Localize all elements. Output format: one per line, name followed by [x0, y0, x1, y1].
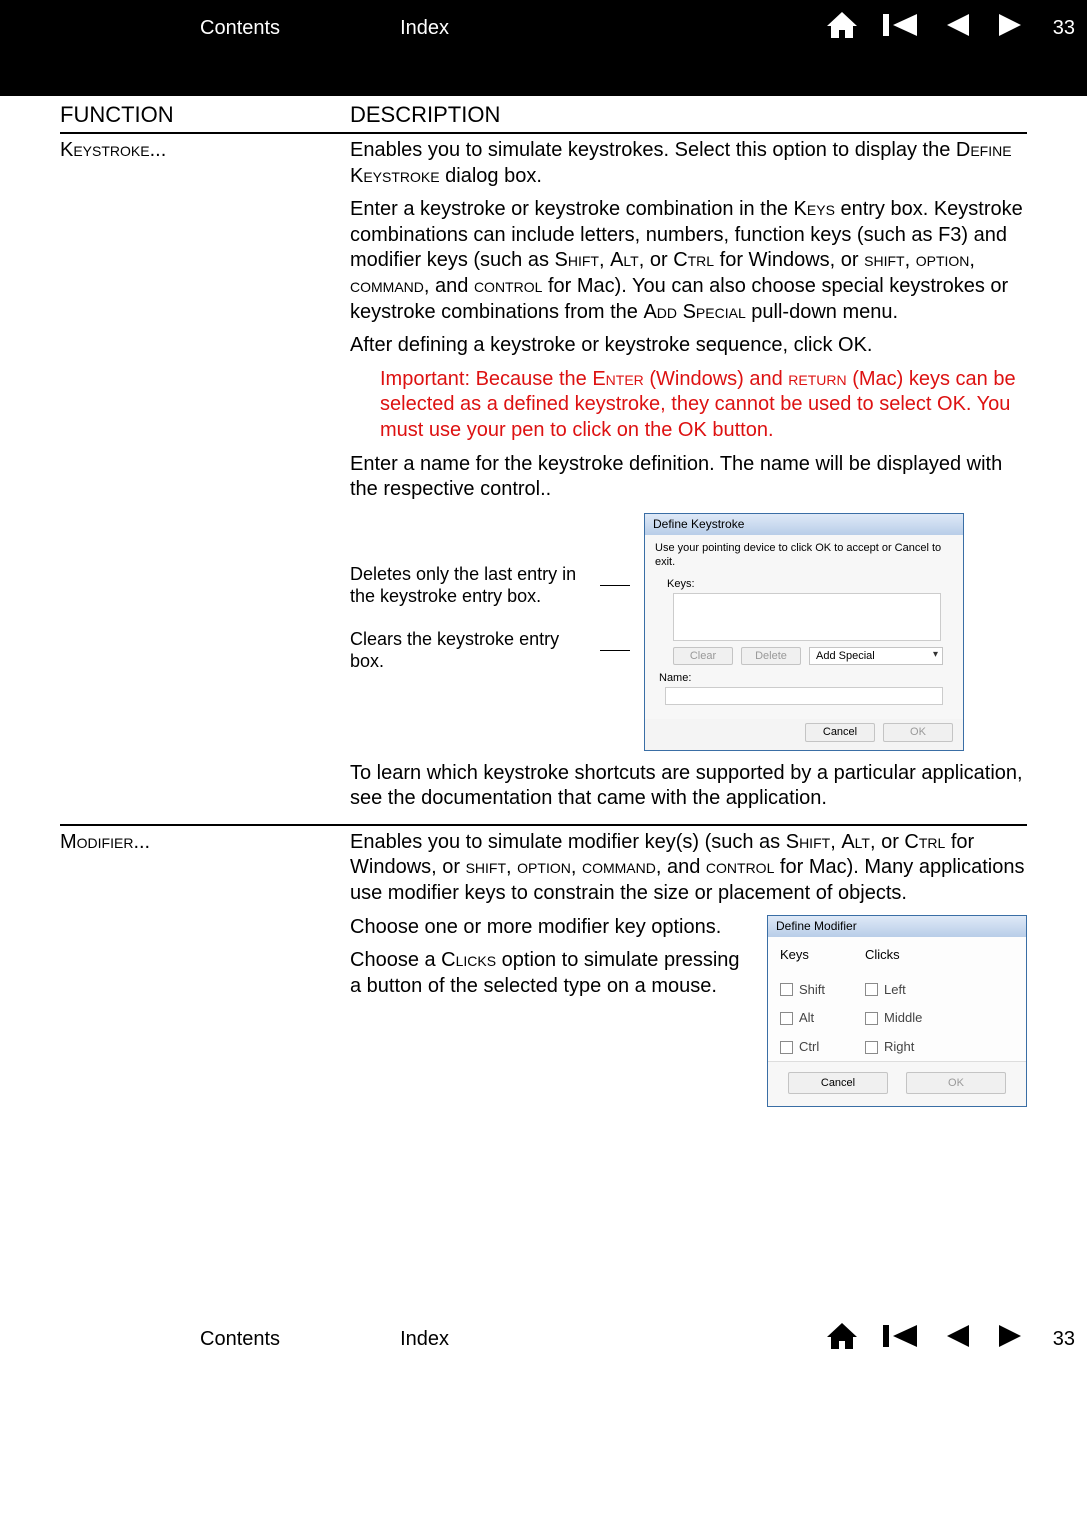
checkbox-icon [780, 1041, 793, 1054]
nav-contents[interactable]: Contents [200, 1328, 280, 1351]
keys-label: Keys: [667, 577, 953, 591]
name-input[interactable] [665, 687, 943, 705]
define-modifier-dialog: Define Modifier Keys Shift Alt Ctrl Clic… [767, 915, 1027, 1108]
next-page-icon[interactable] [995, 10, 1025, 46]
nav-contents[interactable]: Contents [200, 17, 280, 40]
page-number-top: 33 [1053, 17, 1075, 40]
col-header-description: DESCRIPTION [350, 96, 1027, 133]
nav-index[interactable]: Index [400, 17, 449, 40]
anno-clear: Clears the keystroke entry box. [350, 628, 596, 673]
first-page-icon[interactable] [881, 10, 921, 46]
cancel-button[interactable]: Cancel [788, 1072, 888, 1094]
shift-checkbox[interactable]: Shift [780, 982, 825, 999]
desc-modifier: Enables you to simulate modifier key(s) … [350, 825, 1027, 1112]
clicks-column-header: Clicks [865, 947, 922, 964]
next-page-icon[interactable] [995, 1321, 1025, 1357]
delete-button[interactable]: Delete [741, 647, 801, 665]
checkbox-icon [865, 983, 878, 996]
nav-index[interactable]: Index [400, 1328, 449, 1351]
middle-checkbox[interactable]: Middle [865, 1010, 922, 1027]
leader-line-icon [600, 650, 630, 651]
right-checkbox[interactable]: Right [865, 1039, 922, 1056]
prev-page-icon[interactable] [943, 1321, 973, 1357]
cancel-button[interactable]: Cancel [805, 723, 875, 741]
ok-button[interactable]: OK [883, 723, 953, 741]
keystroke-annotations: Deletes only the last entry in the keyst… [350, 513, 630, 673]
name-label: Name: [659, 671, 953, 685]
clear-button[interactable]: Clear [673, 647, 733, 665]
checkbox-icon [780, 983, 793, 996]
left-checkbox[interactable]: Left [865, 982, 922, 999]
checkbox-icon [780, 1012, 793, 1025]
keys-entry-box[interactable] [673, 593, 941, 641]
desc-keystroke: Enables you to simulate keystrokes. Sele… [350, 133, 1027, 825]
nav-icon-group: 33 [825, 1321, 1087, 1357]
col-header-function: FUNCTION [60, 96, 350, 133]
header-bar: Contents Index 33 [0, 0, 1087, 56]
first-page-icon[interactable] [881, 1321, 921, 1357]
define-keystroke-dialog: Define Keystroke Use your pointing devic… [644, 513, 964, 751]
keys-column-header: Keys [780, 947, 825, 964]
prev-page-icon[interactable] [943, 10, 973, 46]
leader-line-icon [600, 585, 630, 586]
dialog-instruction: Use your pointing device to click OK to … [655, 541, 953, 569]
nav-icon-group: 33 [825, 10, 1087, 46]
page-number-bottom: 33 [1053, 1328, 1075, 1351]
function-modifier: Modifier... [60, 825, 350, 1112]
alt-checkbox[interactable]: Alt [780, 1010, 825, 1027]
ok-button[interactable]: OK [906, 1072, 1006, 1094]
checkbox-icon [865, 1012, 878, 1025]
page-content: FUNCTION DESCRIPTION Keystroke... Enable… [0, 96, 1087, 1311]
home-icon[interactable] [825, 10, 859, 46]
add-special-dropdown[interactable]: Add Special [809, 647, 943, 665]
ctrl-checkbox[interactable]: Ctrl [780, 1039, 825, 1056]
header-spacer [0, 56, 1087, 96]
function-keystroke: Keystroke... [60, 133, 350, 825]
checkbox-icon [865, 1041, 878, 1054]
function-table: FUNCTION DESCRIPTION Keystroke... Enable… [60, 96, 1027, 1111]
dialog-title: Define Modifier [768, 916, 1026, 937]
anno-delete: Deletes only the last entry in the keyst… [350, 563, 596, 608]
footer-bar: Contents Index 33 [0, 1311, 1087, 1367]
home-icon[interactable] [825, 1321, 859, 1357]
dialog-title: Define Keystroke [645, 514, 963, 535]
